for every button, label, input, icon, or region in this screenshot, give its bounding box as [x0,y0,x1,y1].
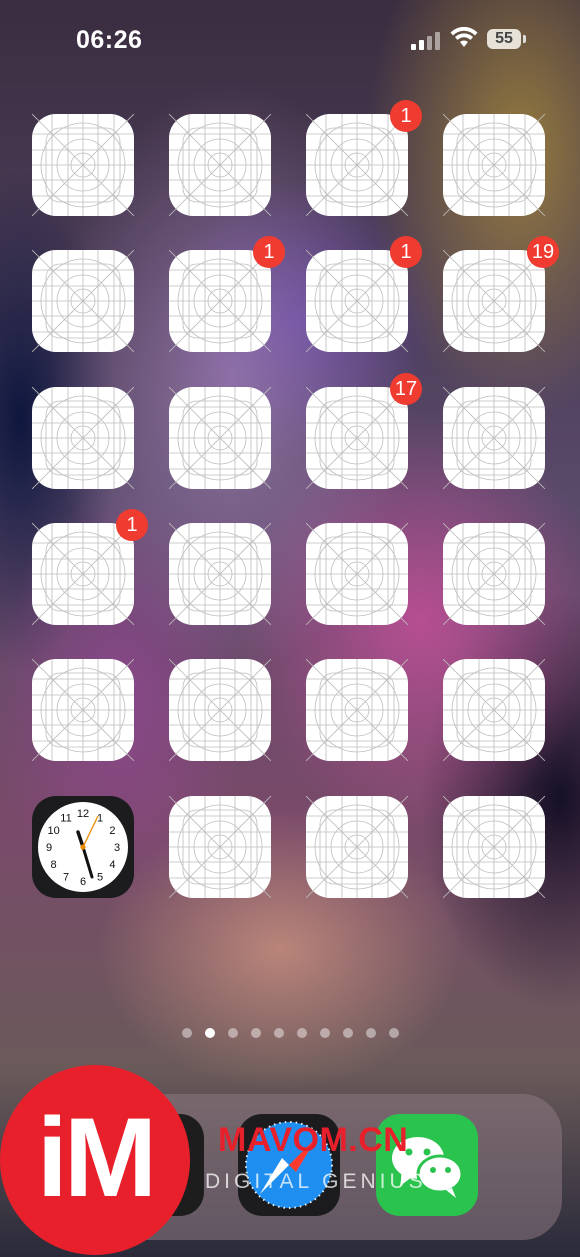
clock-number: 2 [109,825,115,837]
page-dot[interactable] [342,1028,353,1038]
icon-grid-template [32,114,134,216]
app-icon-placeholder[interactable]: 1 [306,236,422,352]
notification-badge: 1 [390,236,422,268]
clock-number: 5 [97,871,103,883]
icon-grid-template [32,387,134,489]
app-icon-placeholder[interactable]: 17 [306,373,422,489]
icon-grid-template [169,796,271,898]
icon-grid-template [443,114,545,216]
notification-badge: 1 [390,100,422,132]
icon-grid-template [306,387,408,489]
app-icon-placeholder[interactable]: 19 [443,236,559,352]
page-dot[interactable] [365,1028,376,1038]
icon-grid-template [443,387,545,489]
clock-app-icon[interactable]: 12 1 2 3 4 5 6 7 8 9 10 11 [32,796,134,898]
page-dot[interactable] [181,1028,192,1038]
icon-grid-template [306,659,408,761]
page-dot[interactable] [273,1028,284,1038]
page-dot[interactable] [388,1028,399,1038]
clock-number: 1 [97,813,103,825]
icon-grid-template [306,114,408,216]
page-dot[interactable] [227,1028,238,1038]
page-dot[interactable] [296,1028,307,1038]
notification-badge: 17 [390,373,422,405]
app-icon-placeholder[interactable] [32,250,134,352]
page-dot[interactable] [204,1028,215,1038]
icon-grid-template [306,796,408,898]
clock-icon: 12 12 3 45678 9 1011 [46,808,120,888]
icon-grid-template [443,659,545,761]
icon-grid-template [169,659,271,761]
clock-number: 11 [60,813,71,825]
notification-badge: 1 [253,236,285,268]
app-icon-placeholder[interactable] [169,387,271,489]
clock-number: 9 [46,842,52,854]
notification-badge: 1 [116,509,148,541]
app-icon-placeholder[interactable]: 1 [32,509,148,625]
icon-grid-template [32,250,134,352]
clock-number: 7 [63,871,69,883]
icon-grid-template [32,523,134,625]
app-icon-placeholder[interactable] [169,114,271,216]
watermark-site: MAVOM.CN [218,1121,409,1159]
app-icon-placeholder[interactable]: 1 [169,236,285,352]
app-icon-placeholder[interactable] [32,659,134,761]
app-icon-placeholder[interactable] [443,659,545,761]
icon-grid-template [443,523,545,625]
icon-grid-template [169,114,271,216]
app-icon-placeholder[interactable] [169,523,271,625]
icon-grid-template [169,523,271,625]
icon-grid-template [32,659,134,761]
app-icon-placeholder[interactable] [306,796,408,898]
icon-grid-template [169,250,271,352]
icon-grid-template [443,796,545,898]
app-icon-placeholder[interactable] [443,523,545,625]
app-icon-placeholder[interactable] [306,659,408,761]
clock-number: 12 [77,808,89,820]
watermark-tagline: DIGITAL GENIUS [205,1170,427,1193]
icon-grid-template [306,250,408,352]
page-dot[interactable] [250,1028,261,1038]
app-icon-placeholder[interactable] [169,796,271,898]
app-icon-placeholder[interactable] [32,114,134,216]
clock-number: 3 [114,842,120,854]
page-dot[interactable] [319,1028,330,1038]
clock-number: 8 [51,859,57,871]
clock-number: 10 [47,825,59,837]
home-screen-grid: 1 1 1 19 17 1 12 1 2 3 4 5 6 7 8 9 10 11 [0,0,580,1000]
clock-number: 4 [109,859,115,871]
clock-face: 12 1 2 3 4 5 6 7 8 9 10 11 [38,802,128,892]
app-icon-placeholder[interactable] [306,523,408,625]
page-indicator[interactable] [0,1028,580,1040]
icon-grid-template [443,250,545,352]
icon-grid-template [306,523,408,625]
icon-grid-template [169,387,271,489]
notification-badge: 19 [527,236,559,268]
app-icon-placeholder[interactable] [169,659,271,761]
clock-number: 6 [80,876,86,888]
app-icon-placeholder[interactable] [32,387,134,489]
app-icon-placeholder[interactable] [443,796,545,898]
app-icon-placeholder[interactable]: 1 [306,100,422,216]
watermark-logo: iM [0,1065,190,1255]
app-icon-placeholder[interactable] [443,114,545,216]
app-icon-placeholder[interactable] [443,387,545,489]
